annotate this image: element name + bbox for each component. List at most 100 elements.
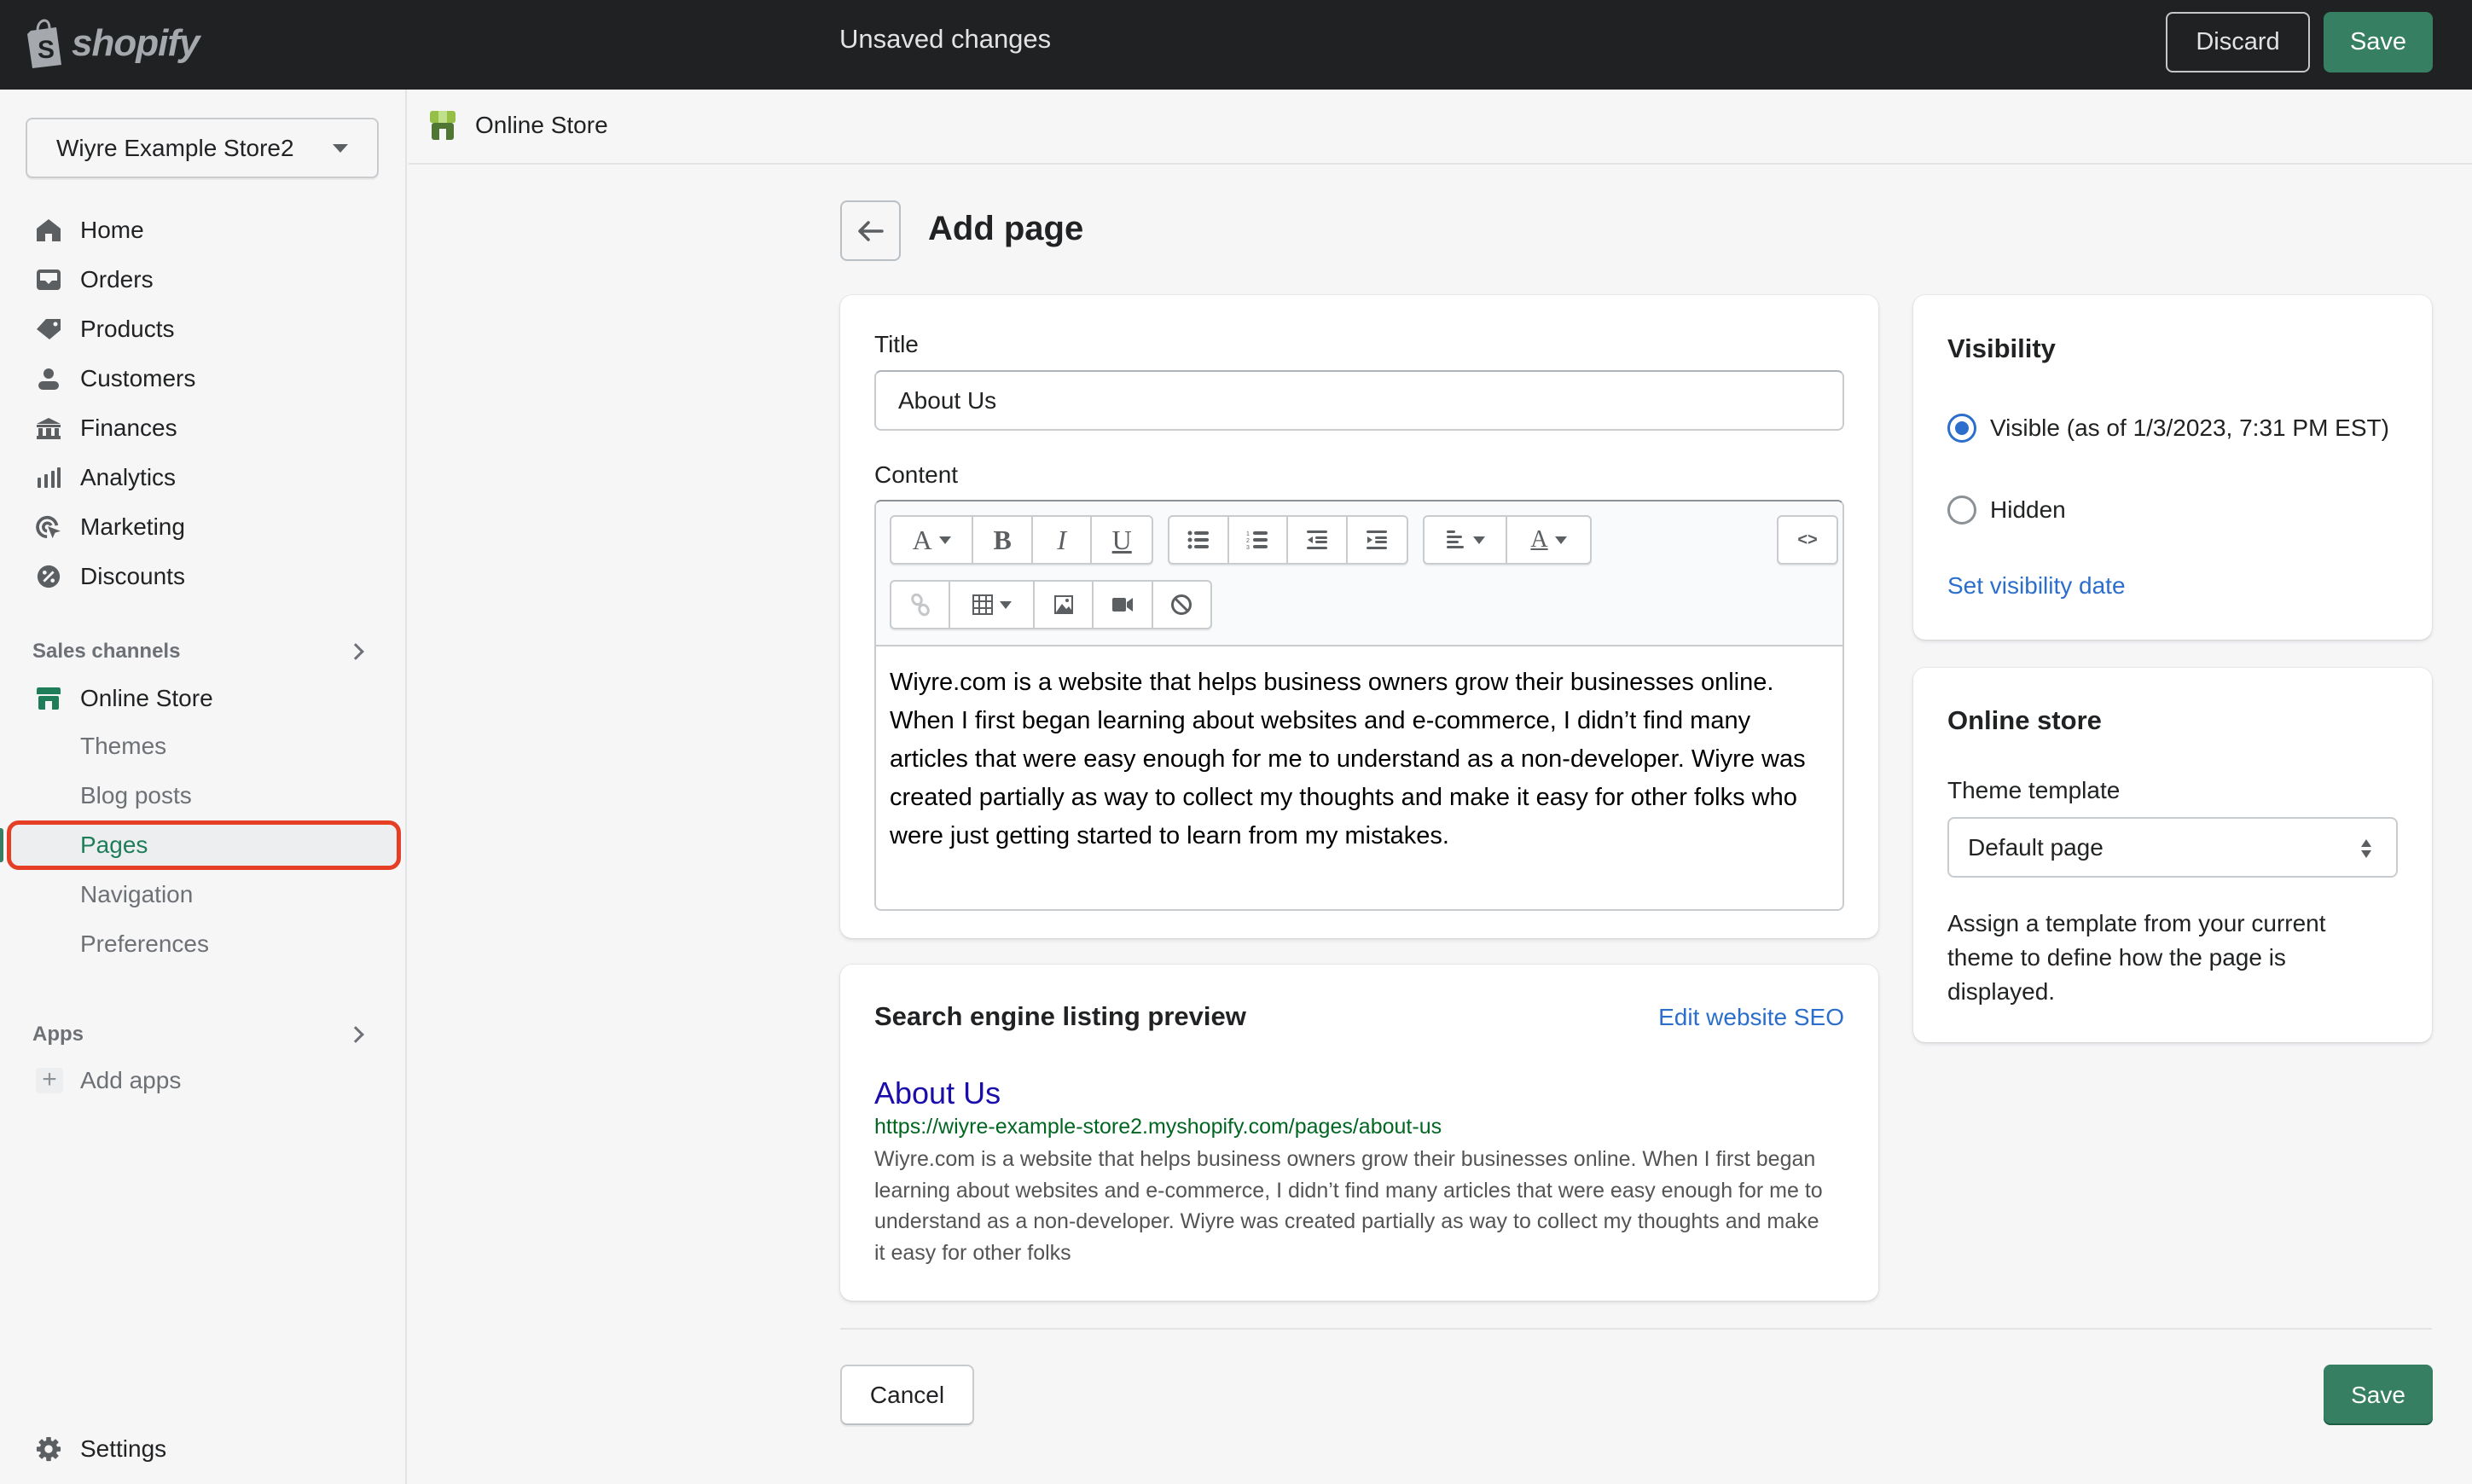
store-name: Wiyre Example Store2 xyxy=(56,134,294,161)
numbered-list-button[interactable]: 123 xyxy=(1229,517,1288,563)
radio-label: Hidden xyxy=(1990,496,2066,523)
sidebar-item-analytics[interactable]: Analytics xyxy=(0,455,407,500)
insert-link-button[interactable] xyxy=(891,582,951,628)
clear-formatting-button[interactable] xyxy=(1153,582,1210,628)
bank-icon xyxy=(36,415,61,441)
list-indent-group: 123 xyxy=(1168,515,1408,565)
bar-chart-icon xyxy=(36,465,61,490)
title-input[interactable] xyxy=(874,370,1844,431)
link-icon xyxy=(910,593,930,617)
insert-table-dropdown[interactable] xyxy=(950,582,1036,628)
cancel-button[interactable]: Cancel xyxy=(840,1365,974,1425)
table-icon xyxy=(972,594,993,615)
sidebar-item-label: Finances xyxy=(80,414,177,441)
chevron-right-icon[interactable] xyxy=(347,643,364,660)
align-color-group: A xyxy=(1423,515,1592,565)
font-icon: A xyxy=(912,524,932,555)
sidebar-item-settings[interactable]: Settings xyxy=(0,1427,407,1471)
theme-template-select[interactable]: Default page xyxy=(1947,817,2398,878)
caret-down-icon xyxy=(1554,536,1567,544)
set-visibility-date-link[interactable]: Set visibility date xyxy=(1947,572,2126,600)
visibility-option-visible[interactable]: Visible (as of 1/3/2023, 7:31 PM EST) xyxy=(1947,411,2391,445)
sidebar-item-label: Products xyxy=(80,316,175,342)
shopify-logo[interactable]: S shopify xyxy=(24,17,200,70)
tag-icon xyxy=(36,316,61,342)
radio-visible[interactable] xyxy=(1947,414,1976,443)
sidebar-subitem-themes[interactable]: Themes xyxy=(0,724,407,768)
sidebar-subitem-navigation[interactable]: Navigation xyxy=(0,872,407,917)
seo-preview-description: Wiyre.com is a website that helps busine… xyxy=(874,1147,1823,1265)
chevron-right-icon[interactable] xyxy=(347,1026,364,1043)
italic-button[interactable]: I xyxy=(1033,517,1093,563)
save-button-bottom[interactable]: Save xyxy=(2324,1365,2433,1425)
sidebar-subitem-pages[interactable]: Pages xyxy=(0,823,407,867)
video-camera-icon xyxy=(1112,598,1134,612)
sidebar-item-online-store[interactable]: Online Store xyxy=(0,676,407,721)
radio-hidden[interactable] xyxy=(1947,496,1976,525)
sidebar-item-orders[interactable]: Orders xyxy=(0,258,407,302)
sidebar-item-label: Navigation xyxy=(80,881,194,907)
bold-button[interactable]: B xyxy=(973,517,1033,563)
sidebar: Wiyre Example Store2 Home Orders Product… xyxy=(0,90,407,1484)
back-button[interactable] xyxy=(840,200,901,261)
indent-button[interactable] xyxy=(1348,517,1407,563)
plus-icon: + xyxy=(36,1067,63,1093)
sidebar-item-label: Blog posts xyxy=(80,782,192,809)
caret-down-icon xyxy=(999,600,1012,609)
sidebar-item-marketing[interactable]: Marketing xyxy=(0,505,407,549)
theme-template-label: Theme template xyxy=(1947,777,2121,803)
shopify-bag-icon: S xyxy=(27,19,61,68)
discard-button[interactable]: Discard xyxy=(2166,12,2310,72)
editor-toolbar: A B I U 123 A <> xyxy=(876,501,1842,646)
underline-icon: U xyxy=(1111,524,1132,555)
caret-down-icon xyxy=(938,536,951,544)
insert-video-button[interactable] xyxy=(1094,582,1153,628)
sidebar-item-label: Settings xyxy=(80,1435,167,1462)
sidebar-item-home[interactable]: Home xyxy=(0,208,407,252)
outdent-button[interactable] xyxy=(1288,517,1348,563)
show-html-button[interactable]: <> xyxy=(1779,517,1837,563)
svg-text:S: S xyxy=(38,36,55,64)
target-cursor-icon xyxy=(36,514,61,540)
underline-button[interactable]: U xyxy=(1092,517,1152,563)
sidebar-item-label: Discounts xyxy=(80,563,185,589)
visibility-option-hidden[interactable]: Hidden xyxy=(1947,493,2066,527)
sidebar-item-label: Online Store xyxy=(80,685,213,711)
sidebar-subitem-blog-posts[interactable]: Blog posts xyxy=(0,774,407,818)
sidebar-item-label: Home xyxy=(80,217,144,243)
clear-formatting-icon xyxy=(1171,594,1192,615)
sidebar-item-finances[interactable]: Finances xyxy=(0,406,407,450)
save-button-top[interactable]: Save xyxy=(2324,12,2433,72)
brand-name: shopify xyxy=(72,22,200,64)
breadcrumb-online-store[interactable]: Online Store xyxy=(475,112,608,139)
code-icon: <> xyxy=(1797,530,1818,549)
text-color-dropdown[interactable]: A xyxy=(1507,517,1590,563)
bullet-list-button[interactable] xyxy=(1169,517,1229,563)
font-style-dropdown[interactable]: A xyxy=(891,517,974,563)
sidebar-item-discounts[interactable]: Discounts xyxy=(0,554,407,599)
sidebar-item-label: Analytics xyxy=(80,464,177,490)
channel-header: Online Store xyxy=(409,90,2472,165)
radio-label: Visible (as of 1/3/2023, 7:31 PM EST) xyxy=(1990,414,2389,441)
content-editor-body[interactable]: Wiyre.com is a website that helps busine… xyxy=(890,664,1828,855)
unsaved-changes-label: Unsaved changes xyxy=(839,24,1052,54)
top-bar: S shopify Unsaved changes Discard Save xyxy=(0,0,2472,90)
rich-text-editor: A B I U 123 A <> Wiyre.com is a website … xyxy=(874,500,1844,911)
seo-preview-card: Search engine listing preview Edit websi… xyxy=(840,965,1878,1301)
sidebar-item-label: Add apps xyxy=(80,1067,182,1093)
sidebar-item-customers[interactable]: Customers xyxy=(0,357,407,401)
select-value: Default page xyxy=(1968,833,2104,861)
sidebar-item-label: Preferences xyxy=(80,930,209,957)
sidebar-subitem-preferences[interactable]: Preferences xyxy=(0,922,407,966)
home-icon xyxy=(36,217,61,243)
title-label: Title xyxy=(874,331,919,357)
align-dropdown[interactable] xyxy=(1425,517,1508,563)
sidebar-item-products[interactable]: Products xyxy=(0,307,407,351)
numbered-list-icon: 123 xyxy=(1246,531,1268,550)
store-selector[interactable]: Wiyre Example Store2 xyxy=(26,118,379,178)
sidebar-item-label: Pages xyxy=(80,832,148,858)
sidebar-item-add-apps[interactable]: + Add apps xyxy=(0,1058,407,1103)
edit-website-seo-link[interactable]: Edit website SEO xyxy=(1658,1004,1844,1031)
insert-image-button[interactable] xyxy=(1035,582,1094,628)
gear-icon xyxy=(36,1436,61,1462)
